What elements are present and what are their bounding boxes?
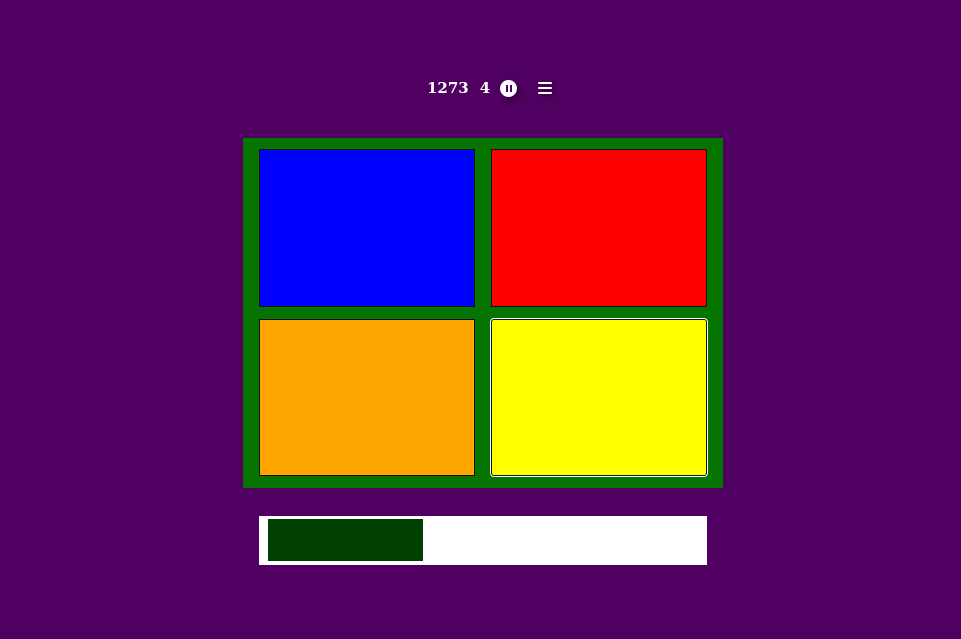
menu-button[interactable] <box>538 80 554 96</box>
level-value: 4 <box>479 79 491 97</box>
menu-icon <box>538 82 553 84</box>
tile-blue[interactable] <box>259 149 475 307</box>
game-board <box>243 138 723 488</box>
tile-yellow[interactable] <box>491 319 707 476</box>
progress-bar <box>259 516 707 565</box>
pause-icon <box>505 84 508 92</box>
pause-button[interactable] <box>500 79 518 97</box>
menu-icon-line <box>538 87 553 89</box>
hud: 1273 4 <box>420 77 554 99</box>
progress-fill <box>268 519 423 561</box>
score-value: 1273 <box>427 79 469 97</box>
tile-red[interactable] <box>491 149 707 307</box>
tile-orange[interactable] <box>259 319 475 476</box>
menu-icon-line <box>538 92 553 94</box>
pause-icon-bar <box>509 84 512 92</box>
